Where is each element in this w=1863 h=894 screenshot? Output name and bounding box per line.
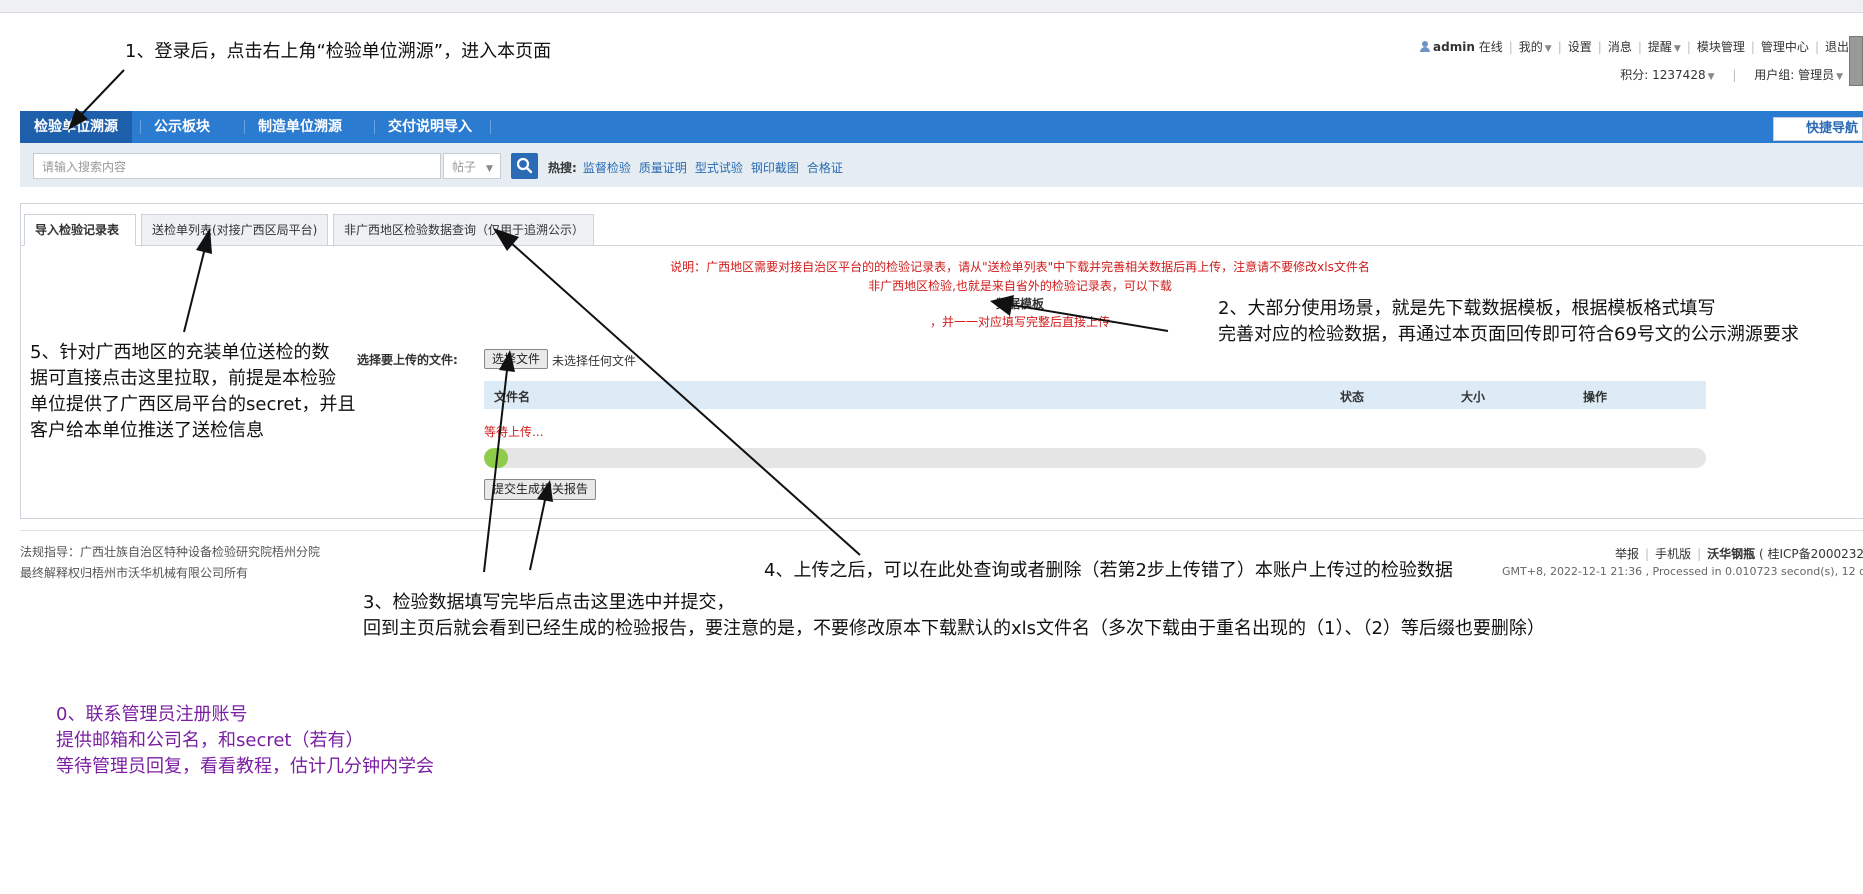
annotation-3: 3、检验数据填写完毕后点击这里选中并提交， 回到主页后就会看到已经生成的检验报告…: [363, 592, 1545, 639]
messages-link[interactable]: 消息: [1608, 40, 1632, 54]
chevron-down-icon: ▼: [1673, 44, 1681, 54]
col-status: 状态: [1340, 390, 1365, 404]
upload-table-header: 文件名 状态 大小 操作: [484, 381, 1706, 409]
nav-item-inspection-trace[interactable]: 检验单位溯源: [20, 111, 132, 143]
logout-link[interactable]: 退出: [1825, 40, 1849, 54]
hot-link[interactable]: 监督检验: [583, 161, 631, 175]
main-nav: 检验单位溯源 公示板块 制造单位溯源 交付说明导入 快捷导航: [20, 111, 1863, 143]
choose-file-button[interactable]: 选择文件: [484, 349, 548, 369]
search-input[interactable]: 请输入搜索内容: [33, 153, 441, 179]
col-filename: 文件名: [494, 390, 531, 404]
hot-link[interactable]: 钢印截图: [751, 161, 799, 175]
report-link[interactable]: 举报: [1615, 547, 1639, 561]
user-group-menu[interactable]: 用户组: 管理员 ▼: [1754, 68, 1843, 82]
nav-item-delivery-import[interactable]: 交付说明导入: [374, 111, 486, 143]
upload-status: 等待上传...: [484, 425, 544, 439]
chevron-down-icon: ▼: [486, 164, 493, 174]
no-file-text: 未选择任何文件: [552, 354, 637, 368]
user-stats: 积分: 1237428 ▼ | 用户组: 管理员 ▼: [1620, 68, 1843, 82]
progress-fill: [484, 448, 509, 468]
reminder-menu[interactable]: 提醒 ▼: [1648, 40, 1681, 54]
upload-progress-bar: [484, 448, 1706, 468]
top-strip: [0, 0, 1863, 13]
username-link[interactable]: admin: [1433, 40, 1475, 54]
mobile-link[interactable]: 手机版: [1655, 547, 1691, 561]
my-menu[interactable]: 我的 ▼: [1519, 40, 1552, 54]
footer-copyright: 最终解释权归梧州市沃华机械有限公司所有: [20, 566, 249, 580]
footer-links: 举报 | 手机版 | 沃华钢瓶 ( 桂ICP备2000232: [1615, 547, 1863, 561]
hot-link[interactable]: 型式试验: [695, 161, 743, 175]
tab-sending-list[interactable]: 送检单列表(对接广西区局平台): [141, 214, 328, 246]
submit-report-button[interactable]: 提交生成相关报告: [484, 479, 596, 500]
annotation-0: 0、联系管理员注册账号 提供邮箱和公司名，和secret（若有） 等待管理员回复…: [56, 704, 434, 777]
chevron-down-icon: ▼: [1707, 72, 1715, 82]
notice-line1: 说明：广西地区需要对接自治区平台的的检验记录表，请从"送检单列表"中下载并完善相…: [670, 260, 1370, 274]
quick-nav-button[interactable]: 快捷导航: [1773, 117, 1863, 141]
footer-info: GMT+8, 2022-12-1 21:36 , Processed in 0.…: [1502, 565, 1863, 578]
annotation-5: 5、针对广西地区的充装单位送检的数 据可直接点击这里拉取，前提是本检验 单位提供…: [30, 342, 356, 441]
avatar[interactable]: [1849, 36, 1863, 86]
footer-left: 法规指导：广西壮族自治区特种设备检验研究院梧州分院 最终解释权归梧州市沃华机械有…: [20, 542, 320, 584]
user-bar: admin 在线 | 我的 ▼ | 设置 | 消息 | 提醒 ▼ | 模块管理 | 管理中心 | 退出: [1420, 38, 1849, 55]
online-status: 在线: [1478, 40, 1503, 54]
file-label: 选择要上传的文件:: [357, 353, 458, 367]
user-icon: [1420, 41, 1431, 52]
module-manage-link[interactable]: 模块管理: [1697, 40, 1745, 54]
col-action: 操作: [1583, 390, 1608, 404]
admin-center-link[interactable]: 管理中心: [1761, 40, 1809, 54]
search-button[interactable]: [511, 153, 538, 179]
annotation-1: 1、登录后，点击右上角“检验单位溯源”，进入本页面: [125, 41, 552, 62]
annotation-2: 2、大部分使用场景，就是先下载数据模板，根据模板格式填写 完善对应的检验数据，再…: [1218, 298, 1799, 345]
search-icon: [516, 157, 533, 174]
footer-guidance: 法规指导：广西壮族自治区特种设备检验研究院梧州分院: [20, 545, 321, 559]
tab-import-records[interactable]: 导入检验记录表: [24, 214, 136, 246]
footer-brand[interactable]: 沃华钢瓶: [1707, 547, 1755, 561]
nav-item-public-board[interactable]: 公示板块: [140, 111, 224, 143]
settings-link[interactable]: 设置: [1568, 40, 1592, 54]
hot-link[interactable]: 质量证明: [639, 161, 687, 175]
col-size: 大小: [1461, 390, 1486, 404]
chevron-down-icon: ▼: [1544, 44, 1552, 54]
hot-link[interactable]: 合格证: [807, 161, 843, 175]
chevron-down-icon: ▼: [1836, 72, 1843, 82]
notice-line2: 非广西地区检验,也就是来自省外的检验记录表，可以下载: [868, 279, 1172, 293]
annotation-4: 4、上传之后，可以在此处查询或者删除（若第2步上传错了）本账户上传过的检验数据: [764, 560, 1453, 581]
hot-search: 热搜: 监督检验 质量证明 型式试验 钢印截图 合格证: [548, 159, 851, 176]
search-type-select[interactable]: 帖子 ▼: [443, 153, 501, 179]
points-menu[interactable]: 积分: 1237428 ▼: [1620, 68, 1714, 82]
tab-non-guangxi-query[interactable]: 非广西地区检验数据查询（仅用于追溯公示）: [333, 214, 594, 246]
hot-search-label: 热搜:: [548, 161, 577, 175]
footer-icp[interactable]: ( 桂ICP备2000232: [1759, 547, 1863, 561]
nav-item-manufacturer-trace[interactable]: 制造单位溯源: [244, 111, 356, 143]
